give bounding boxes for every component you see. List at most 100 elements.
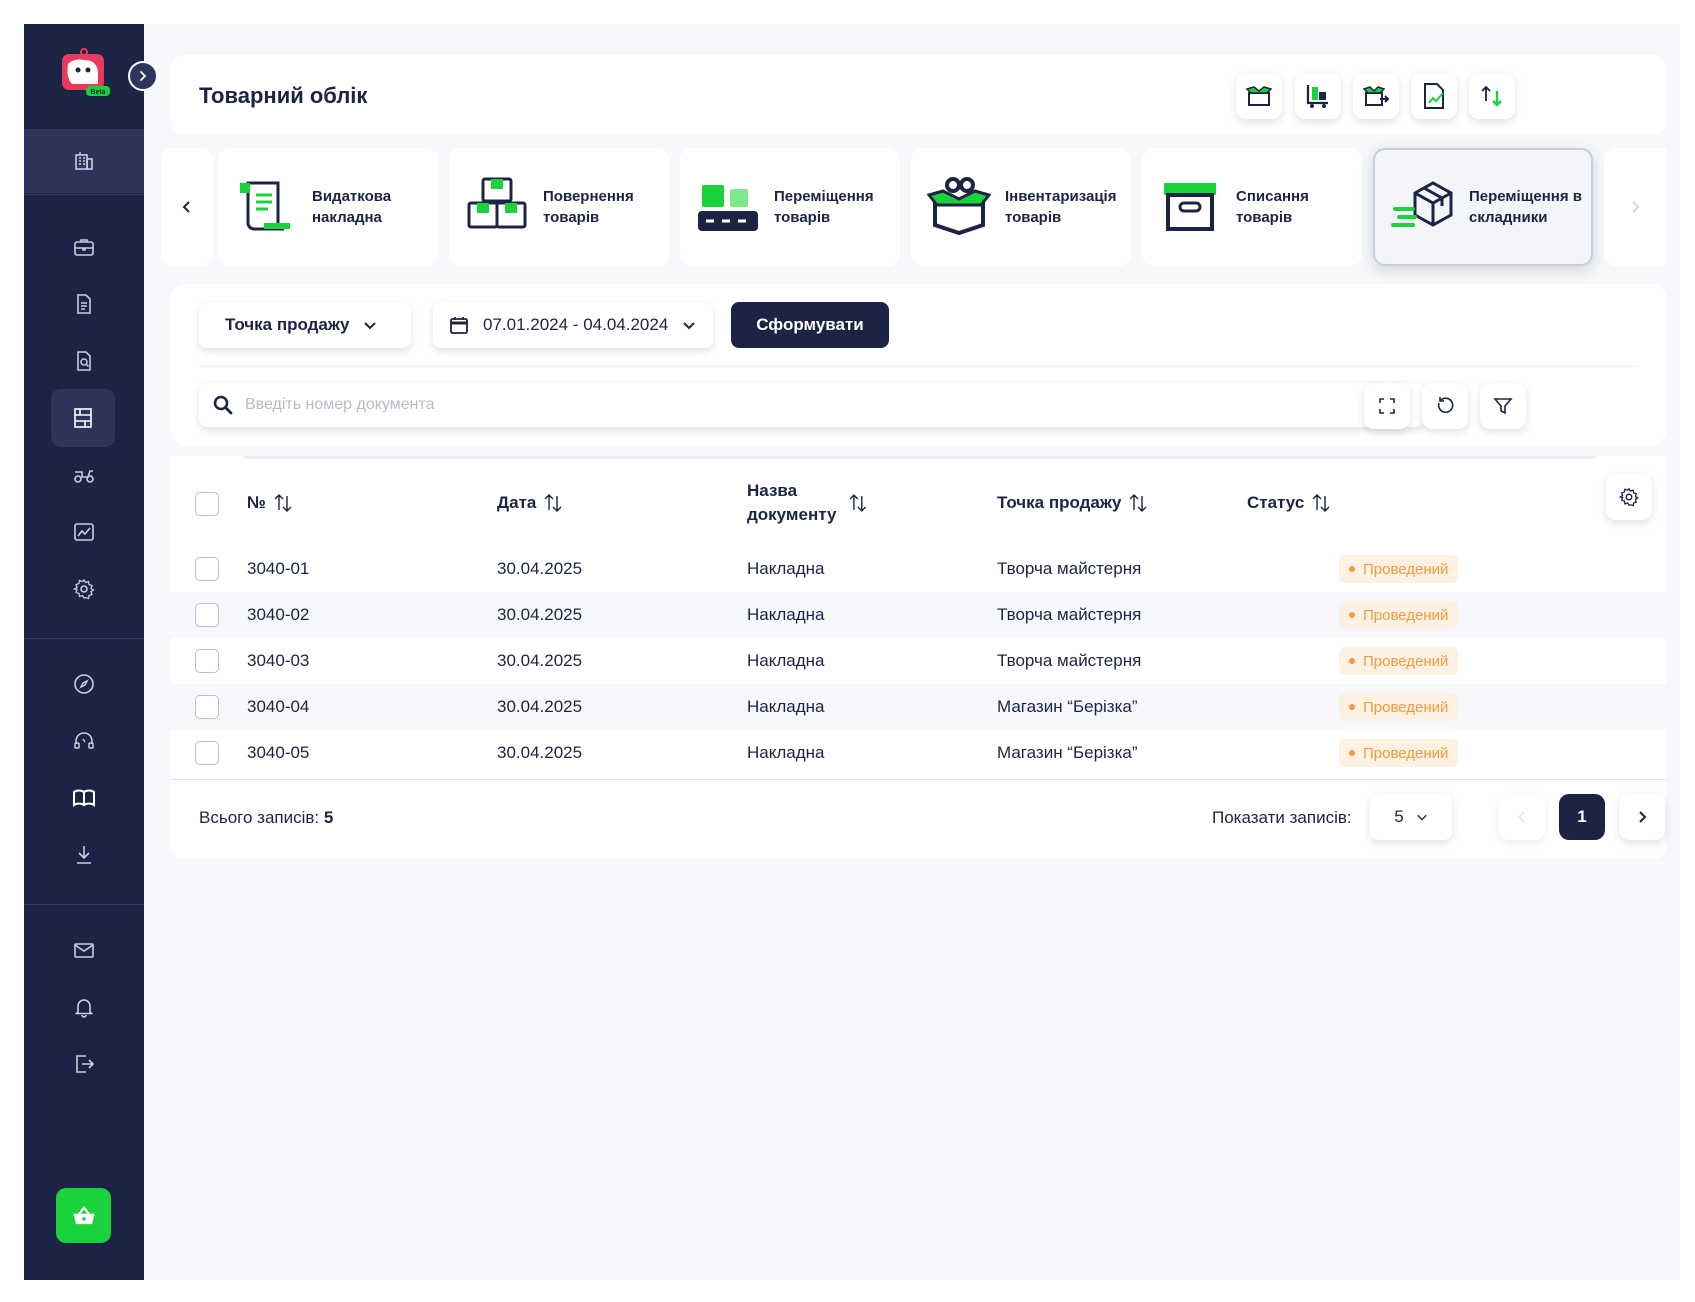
fullscreen-button[interactable]	[1364, 383, 1410, 429]
sidebar-item-analytics[interactable]	[24, 504, 144, 560]
filter-panel: Точка продажу 07.01.2024 - 04.04.2024 Сф…	[171, 284, 1666, 446]
sort-icon	[1129, 494, 1147, 512]
table-row[interactable]: 3040-04 30.04.2025 Накладна Магазин “Берізк…	[171, 684, 1666, 730]
sidebar-item-messages[interactable]	[24, 922, 144, 978]
sidebar-item-document-search[interactable]	[24, 333, 144, 389]
chevron-left-icon	[182, 201, 190, 213]
sort-icon	[1312, 494, 1330, 512]
table-settings-button[interactable]	[1606, 474, 1652, 520]
sidebar-item-support[interactable]	[24, 713, 144, 769]
cart-button[interactable]	[56, 1188, 111, 1243]
divider	[199, 366, 1638, 367]
sort-icon	[544, 494, 562, 512]
sidebar-item-notifications[interactable]	[24, 979, 144, 1035]
column-header-status[interactable]: Статус	[1247, 468, 1330, 538]
tile-move-goods[interactable]: Переміщення товарів	[680, 148, 900, 266]
status-dot	[1349, 704, 1355, 710]
upload-download-icon	[1481, 85, 1502, 107]
sidebar-item-documents[interactable]	[24, 276, 144, 332]
tiles-prev-button[interactable]	[161, 148, 213, 266]
cell-date: 30.04.2025	[497, 651, 583, 670]
sidebar-item-downloads[interactable]	[24, 827, 144, 883]
sidebar-item-guide[interactable]	[24, 770, 144, 826]
row-checkbox[interactable]	[195, 695, 219, 719]
tile-inventory[interactable]: Інвентаризація товарів	[911, 148, 1131, 266]
pagination-next-button[interactable]	[1619, 794, 1665, 840]
table-row[interactable]: 3040-02 30.04.2025 Накладна Творча майстерн…	[171, 592, 1666, 638]
status-text: Проведений	[1363, 652, 1449, 670]
column-header-number[interactable]: №	[247, 468, 292, 538]
cell-point-of-sale: Творча майстерня	[997, 559, 1142, 578]
cell-number: 3040-03	[247, 651, 310, 670]
search-input[interactable]	[245, 396, 1345, 414]
table-row[interactable]: 3040-05 30.04.2025 Накладна Магазин “Берізк…	[171, 730, 1666, 776]
pagination-page-1[interactable]: 1	[1559, 794, 1605, 840]
tiles-next-button[interactable]	[1604, 148, 1666, 266]
table-row[interactable]: 3040-03 30.04.2025 Накладна Творча майстерн…	[171, 638, 1666, 684]
tile-write-off[interactable]: Списання товарів	[1142, 148, 1362, 266]
building-icon	[75, 152, 93, 170]
status-text: Проведений	[1363, 698, 1449, 716]
trolley-icon	[1306, 85, 1328, 108]
row-checkbox[interactable]	[195, 649, 219, 673]
sidebar-item-portfolio[interactable]	[24, 219, 144, 275]
move-goods-icon	[698, 185, 758, 231]
sidebar: Beta	[24, 24, 158, 1280]
chevron-down-icon	[1416, 814, 1427, 821]
return-goods-icon	[467, 177, 527, 229]
refresh-button[interactable]	[1422, 383, 1468, 429]
select-all-checkbox[interactable]	[195, 492, 219, 516]
tile-return-goods[interactable]: Повернення товарів	[449, 148, 669, 266]
quick-action-import-export[interactable]	[1469, 73, 1515, 119]
sidebar-item-delivery[interactable]	[24, 447, 144, 503]
sidebar-item-warehouse[interactable]	[24, 129, 144, 193]
cell-number: 3040-05	[247, 743, 310, 762]
quick-action-report[interactable]	[1411, 73, 1457, 119]
status-badge: Проведений	[1339, 601, 1459, 629]
pagination-prev-button[interactable]	[1499, 794, 1545, 840]
quick-action-return[interactable]	[1353, 73, 1399, 119]
sidebar-item-logout[interactable]	[24, 1036, 144, 1092]
status-badge: Проведений	[1339, 693, 1459, 721]
row-checkbox[interactable]	[195, 603, 219, 627]
status-dot	[1349, 658, 1355, 664]
filter-button[interactable]	[1480, 383, 1526, 429]
quick-action-cart[interactable]	[1295, 73, 1341, 119]
table-row[interactable]: 3040-01 30.04.2025 Накладна Творча майстерн…	[171, 546, 1666, 592]
sidebar-item-settings[interactable]	[24, 561, 144, 617]
column-header-date[interactable]: Дата	[497, 468, 562, 538]
basket-icon	[73, 1205, 94, 1224]
app-logo[interactable]: Beta	[54, 48, 112, 98]
row-checkbox[interactable]	[195, 557, 219, 581]
cell-date: 30.04.2025	[497, 697, 583, 716]
cell-point-of-sale: Магазин “Берізка”	[997, 697, 1138, 716]
column-header-point-of-sale[interactable]: Точка продажу	[997, 468, 1147, 538]
cell-doc-name: Накладна	[747, 651, 825, 670]
logo-badge: Beta	[90, 89, 105, 96]
quick-action-box[interactable]	[1236, 73, 1282, 119]
sidebar-expand-button[interactable]	[128, 61, 158, 91]
status-badge: Проведений	[1339, 739, 1459, 767]
generate-button[interactable]: Сформувати	[731, 302, 889, 348]
sidebar-item-navigation[interactable]	[24, 656, 144, 712]
cell-doc-name: Накладна	[747, 559, 825, 578]
point-of-sale-select[interactable]: Точка продажу	[199, 302, 411, 348]
filter-icon	[1493, 398, 1513, 415]
cell-date: 30.04.2025	[497, 559, 583, 578]
briefcase-icon	[74, 239, 94, 256]
sidebar-item-inventory[interactable]	[51, 389, 115, 447]
chevron-right-icon	[140, 71, 147, 81]
search-field[interactable]	[199, 383, 1424, 427]
sidebar-divider	[24, 904, 144, 905]
row-checkbox[interactable]	[195, 741, 219, 765]
per-page-value: 5	[1394, 807, 1404, 826]
column-header-doc-name[interactable]: Назва документу	[747, 468, 867, 538]
tile-label: Переміщення в складники	[1469, 188, 1582, 226]
cell-number: 3040-01	[247, 559, 310, 578]
tile-move-to-components[interactable]: Переміщення в складники	[1373, 148, 1593, 266]
per-page-select[interactable]: 5	[1370, 794, 1452, 840]
tile-invoice[interactable]: Видаткова накладна	[218, 148, 438, 266]
book-open-icon	[73, 789, 95, 807]
date-range-picker[interactable]: 07.01.2024 - 04.04.2024	[433, 302, 713, 348]
table-top-border	[243, 456, 1596, 459]
